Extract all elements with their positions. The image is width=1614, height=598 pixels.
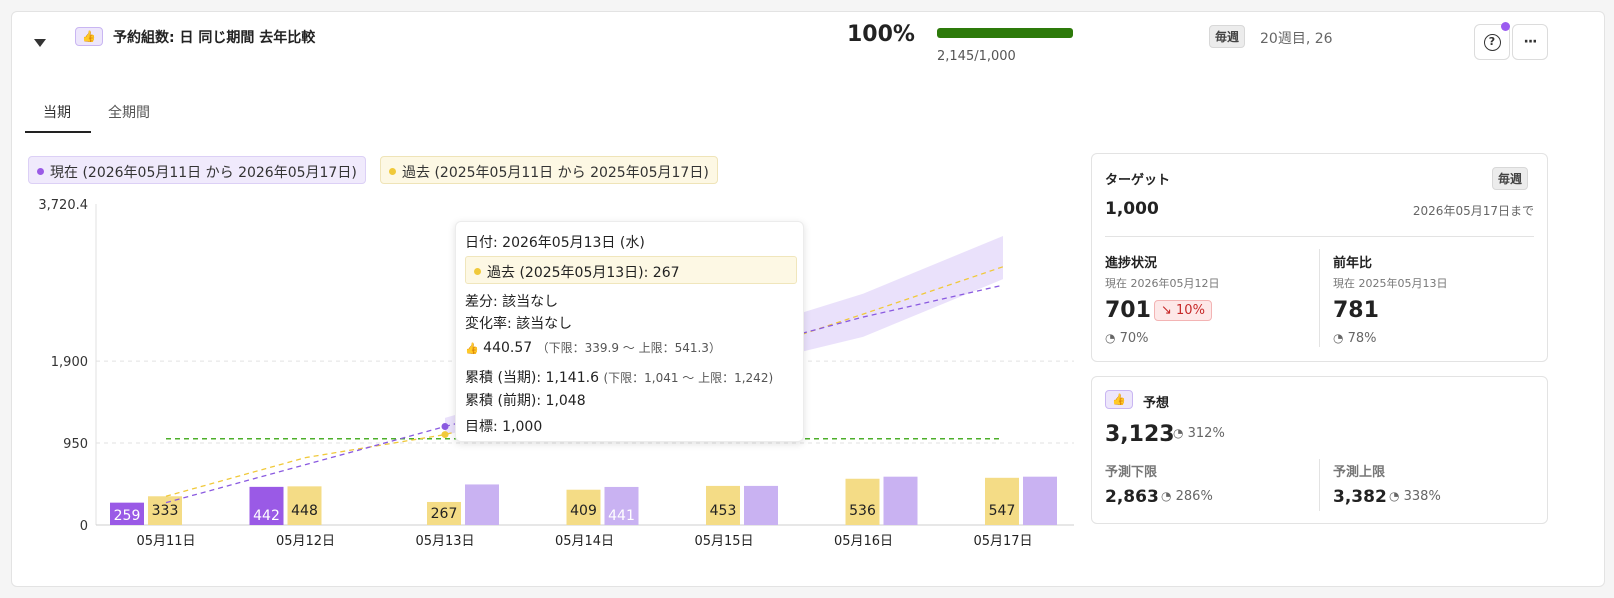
forecast-lower-label: 予測下限 (1105, 465, 1158, 480)
forecast-lower-pct-row: ◔ 286% (1161, 489, 1213, 504)
x-tick-label: 05月13日 (415, 534, 474, 549)
target-divider (1105, 236, 1534, 237)
more-options-button[interactable]: ··· (1512, 24, 1548, 60)
tooltip-change-rate: 変化率: 該当なし (465, 316, 573, 332)
forecast-pct-row: ◔ 312% (1173, 426, 1225, 441)
lower-gauge-icon: ◔ (1161, 489, 1172, 503)
current-bar (744, 485, 778, 525)
tooltip-forecast-row: 👍 440.57 （下限：339.9 ～ 上限：541.3） (465, 339, 721, 356)
past-bar-label: 536 (849, 503, 876, 519)
tooltip-past-value: 過去 (2025年05月13日): 267 (487, 265, 680, 281)
target-gauge-icon: ◔ (1105, 331, 1116, 345)
yoy-value: 781 (1333, 298, 1379, 323)
target-vertical-divider (1319, 249, 1320, 347)
progress-status-value: 701 (1105, 298, 1151, 323)
target-label: ターゲット (1105, 173, 1171, 188)
yoy-sub: 現在 2025年05月13日 (1333, 277, 1448, 290)
tooltip-target: 目標: 1,000 (465, 419, 543, 435)
week-text: 20週目, 26 (1260, 31, 1333, 47)
tooltip-cum-past: 累積 (前期): 1,048 (465, 393, 586, 409)
frequency-badge: 毎週 (1209, 25, 1246, 48)
tooltip-date: 日付: 2026年05月13日 (水) (465, 235, 645, 251)
forecast-thumbs-up-icon: 👍 (1105, 390, 1133, 409)
x-tick-label: 05月17日 (973, 534, 1032, 549)
y-tick-label: 0 (80, 519, 88, 534)
tooltip-diff: 差分: 該当なし (465, 294, 559, 310)
upper-gauge-icon: ◔ (1389, 489, 1400, 503)
forecast-pct: 312% (1187, 426, 1225, 441)
tooltip-past-row: 過去 (2025年05月13日): 267 (465, 256, 797, 284)
tooltip-cum-current-row: 累積 (当期): 1,141.6 (下限：1,041 ～ 上限：1,242) (465, 367, 773, 387)
forecast-upper-pct: 338% (1403, 489, 1441, 504)
tooltip-forecast-value: 440.57 (483, 340, 533, 356)
progress-status-label: 進捗状況 (1105, 256, 1158, 271)
past-bar-label: 448 (291, 503, 318, 519)
current-bar-label: 259 (114, 508, 141, 524)
tooltip-cum-current: 累積 (当期): 1,141.6 (465, 370, 599, 386)
forecast-lower-value: 2,863 (1105, 487, 1159, 507)
progress-status-pct: 70% (1119, 331, 1149, 346)
y-tick-label: 1,900 (51, 355, 88, 370)
forecast-vertical-divider (1319, 459, 1320, 511)
past-bar-label: 333 (152, 503, 179, 519)
more-icon: ··· (1523, 34, 1538, 50)
y-tick-label: 3,720.4 (38, 198, 88, 213)
x-tick-label: 05月14日 (555, 534, 614, 549)
current-bar-label: 442 (253, 508, 280, 524)
forecast-upper-label: 予測上限 (1333, 465, 1386, 480)
target-until: 2026年05月17日まで (1412, 204, 1534, 218)
forecast-upper-pct-row: ◔ 338% (1389, 489, 1441, 504)
progress-change-badge: ↘ 10% (1154, 300, 1212, 321)
current-bar (465, 484, 499, 525)
current-bar (883, 476, 918, 525)
current-bar (1023, 476, 1057, 525)
target-value: 1,000 (1105, 199, 1159, 219)
past-bar-label: 409 (570, 503, 597, 519)
x-tick-label: 05月12日 (276, 534, 335, 549)
current-bar-label: 441 (608, 508, 635, 524)
forecast-gauge-icon: ◔ (1173, 426, 1184, 440)
chart-tooltip: 日付: 2026年05月13日 (水) 過去 (2025年05月13日): 26… (455, 221, 804, 442)
x-tick-label: 05月15日 (694, 534, 753, 549)
tooltip-past-dot (474, 268, 481, 275)
past-bar-label: 547 (989, 503, 1016, 519)
forecast-value: 3,123 (1105, 422, 1175, 447)
tooltip-forecast-range: （下限：339.9 ～ 上限：541.3） (536, 341, 721, 355)
yoy-pct: 78% (1347, 331, 1377, 346)
notification-dot (1501, 22, 1510, 31)
tooltip-forecast-icon: 👍 (465, 342, 479, 355)
forecast-lower-pct: 286% (1175, 489, 1213, 504)
forecast-label: 予想 (1143, 396, 1170, 411)
hover-point-past (441, 431, 449, 439)
y-tick-label: 950 (63, 437, 88, 452)
progress-status-sub: 現在 2026年05月12日 (1105, 277, 1220, 290)
yoy-label: 前年比 (1333, 256, 1373, 271)
target-frequency-badge: 毎週 (1492, 167, 1529, 190)
help-icon: ? (1483, 33, 1501, 51)
tooltip-cum-current-range: (下限：1,041 ～ 上限：1,242) (603, 371, 774, 385)
forecast-upper-value: 3,382 (1333, 487, 1387, 507)
yoy-gauge-icon: ◔ (1333, 331, 1344, 345)
progress-status-pct-row: ◔ 70% (1105, 331, 1149, 346)
yoy-pct-row: ◔ 78% (1333, 331, 1377, 346)
x-tick-label: 05月16日 (834, 534, 893, 549)
past-bar-label: 267 (431, 506, 458, 522)
x-tick-label: 05月11日 (136, 534, 195, 549)
hover-point-current (441, 423, 449, 431)
past-bar-label: 453 (710, 503, 737, 519)
